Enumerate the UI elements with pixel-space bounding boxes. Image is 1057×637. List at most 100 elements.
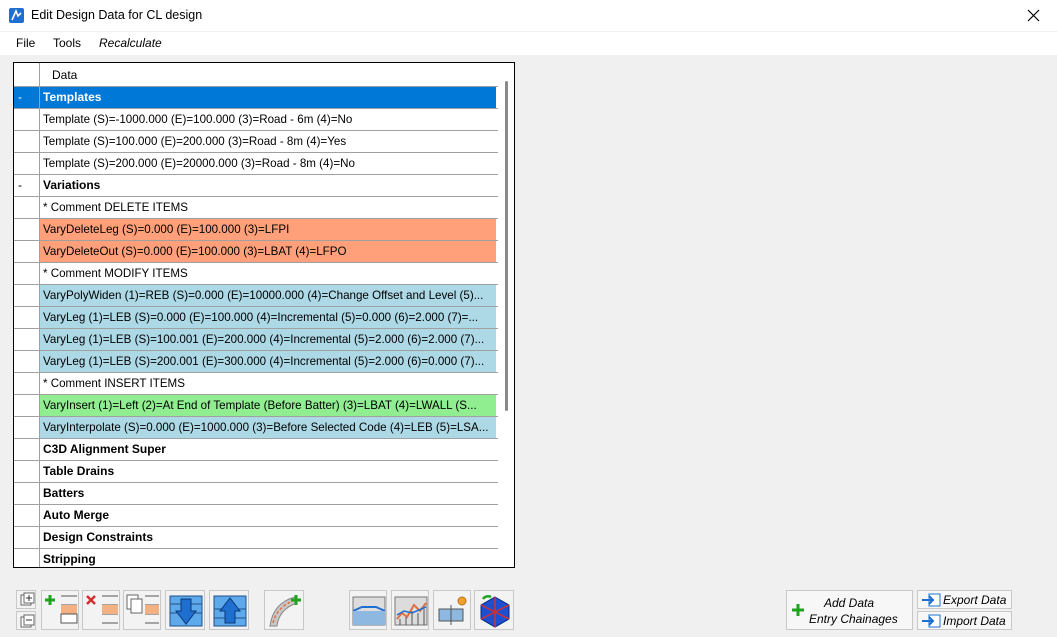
row-cell[interactable]: Template (S)=200.000 (E)=20000.000 (3)=R… — [40, 153, 496, 174]
design-data-grid[interactable]: Data - Templates Template (S)=-1000.000 (E… — [13, 62, 515, 568]
row-header[interactable] — [14, 549, 40, 567]
app-icon — [9, 8, 24, 23]
insert-row-button[interactable] — [41, 590, 79, 630]
menu-recalculate[interactable]: Recalculate — [99, 36, 162, 50]
table-row[interactable]: - Templates — [14, 87, 498, 109]
move-down-icon — [169, 595, 203, 627]
table-row[interactable]: Template (S)=200.000 (E)=20000.000 (3)=R… — [14, 153, 498, 175]
table-row[interactable]: VaryLeg (1)=LEB (S)=100.001 (E)=200.000 … — [14, 329, 498, 351]
collapse-all-button[interactable] — [16, 611, 36, 630]
row-cell[interactable]: VaryDeleteOut (S)=0.000 (E)=100.000 (3)=… — [40, 241, 496, 262]
table-row[interactable]: * Comment INSERT ITEMS — [14, 373, 498, 395]
section-settings-button[interactable] — [433, 590, 471, 630]
settings-section-icon — [438, 596, 467, 625]
move-up-button[interactable] — [209, 590, 249, 630]
table-row[interactable]: Template (S)=-1000.000 (E)=100.000 (3)=R… — [14, 109, 498, 131]
import-data-button[interactable]: Import Data — [917, 611, 1012, 630]
delete-row-icon — [86, 595, 118, 624]
scrollbar-thumb[interactable] — [505, 81, 508, 411]
grid-corner — [14, 63, 40, 86]
table-row[interactable]: VaryInterpolate (S)=0.000 (E)=1000.000 (… — [14, 417, 498, 439]
table-row[interactable]: Template (S)=100.000 (E)=200.000 (3)=Roa… — [14, 131, 498, 153]
row-header[interactable] — [14, 241, 40, 262]
row-header[interactable] — [14, 307, 40, 328]
table-row[interactable]: * Comment DELETE ITEMS — [14, 197, 498, 219]
import-data-label: Import Data — [943, 614, 1006, 628]
row-header[interactable] — [14, 153, 40, 174]
table-row[interactable]: VaryDeleteOut (S)=0.000 (E)=100.000 (3)=… — [14, 241, 498, 263]
table-row[interactable]: VaryInsert (1)=Left (2)=At End of Templa… — [14, 395, 498, 417]
menu-file[interactable]: File — [16, 36, 35, 50]
title-bar: Edit Design Data for CL design — [0, 0, 1057, 32]
row-cell[interactable]: * Comment INSERT ITEMS — [40, 373, 496, 394]
add-data-entry-chainages-button[interactable]: Add Data Entry Chainages — [786, 590, 913, 630]
row-cell[interactable]: VaryLeg (1)=LEB (S)=200.001 (E)=300.000 … — [40, 351, 496, 372]
row-header[interactable] — [14, 483, 40, 504]
row-header[interactable] — [14, 329, 40, 350]
row-cell[interactable]: * Comment MODIFY ITEMS — [40, 263, 496, 284]
row-cell[interactable]: Template (S)=-1000.000 (E)=100.000 (3)=R… — [40, 109, 496, 130]
table-row[interactable]: * Comment MODIFY ITEMS — [14, 263, 498, 285]
close-button[interactable] — [1011, 0, 1057, 32]
table-row[interactable]: VaryDeleteLeg (S)=0.000 (E)=100.000 (3)=… — [14, 219, 498, 241]
table-row[interactable]: VaryLeg (1)=LEB (S)=200.001 (E)=300.000 … — [14, 351, 498, 373]
section-view-button[interactable] — [349, 590, 387, 630]
expand-all-button[interactable] — [16, 590, 36, 609]
row-cell[interactable]: Auto Merge — [40, 505, 496, 526]
3d-view-button[interactable] — [474, 590, 514, 630]
row-header[interactable] — [14, 197, 40, 218]
row-header[interactable] — [14, 285, 40, 306]
row-cell[interactable]: VaryPolyWiden (1)=REB (S)=0.000 (E)=1000… — [40, 285, 496, 306]
insert-row-icon — [45, 595, 78, 624]
profile-view-button[interactable] — [391, 590, 429, 630]
row-header[interactable] — [14, 219, 40, 240]
row-header[interactable] — [14, 461, 40, 482]
row-header[interactable] — [14, 527, 40, 548]
row-cell[interactable]: Variations — [40, 175, 496, 196]
table-row[interactable]: C3D Alignment Super — [14, 439, 498, 461]
row-header[interactable] — [14, 373, 40, 394]
table-row[interactable]: Stripping — [14, 549, 498, 567]
row-cell[interactable]: VaryLeg (1)=LEB (S)=0.000 (E)=100.000 (4… — [40, 307, 496, 328]
row-cell[interactable]: VaryLeg (1)=LEB (S)=100.001 (E)=200.000 … — [40, 329, 496, 350]
delete-row-button[interactable] — [82, 590, 120, 630]
section-view-icon — [352, 596, 386, 626]
collapse-icon — [20, 614, 35, 628]
grid-header: Data — [14, 63, 498, 87]
menu-tools[interactable]: Tools — [53, 36, 81, 50]
row-header[interactable] — [14, 263, 40, 284]
row-header[interactable] — [14, 131, 40, 152]
row-header[interactable]: - — [14, 87, 40, 108]
table-row[interactable]: VaryPolyWiden (1)=REB (S)=0.000 (E)=1000… — [14, 285, 498, 307]
row-cell[interactable]: VaryDeleteLeg (S)=0.000 (E)=100.000 (3)=… — [40, 219, 496, 240]
row-cell[interactable]: VaryInterpolate (S)=0.000 (E)=1000.000 (… — [40, 417, 496, 438]
row-cell[interactable]: Table Drains — [40, 461, 496, 482]
row-cell[interactable]: Template (S)=100.000 (E)=200.000 (3)=Roa… — [40, 131, 496, 152]
table-row[interactable]: VaryLeg (1)=LEB (S)=0.000 (E)=100.000 (4… — [14, 307, 498, 329]
table-row[interactable]: - Variations — [14, 175, 498, 197]
move-up-icon — [213, 595, 247, 627]
row-header[interactable] — [14, 351, 40, 372]
export-data-button[interactable]: Export Data — [917, 590, 1012, 609]
row-header[interactable] — [14, 417, 40, 438]
table-row[interactable]: Design Constraints — [14, 527, 498, 549]
row-cell[interactable]: Stripping — [40, 549, 496, 567]
row-header[interactable] — [14, 395, 40, 416]
row-cell[interactable]: Templates — [40, 87, 496, 108]
table-row[interactable]: Table Drains — [14, 461, 498, 483]
row-header[interactable] — [14, 505, 40, 526]
row-cell[interactable]: VaryInsert (1)=Left (2)=At End of Templa… — [40, 395, 496, 416]
copy-row-button[interactable] — [123, 590, 161, 630]
row-cell[interactable]: Design Constraints — [40, 527, 496, 548]
row-header[interactable] — [14, 109, 40, 130]
add-variation-button[interactable] — [264, 590, 304, 630]
row-cell[interactable]: C3D Alignment Super — [40, 439, 496, 460]
add-variation-icon — [269, 595, 301, 627]
row-cell[interactable]: * Comment DELETE ITEMS — [40, 197, 496, 218]
move-down-button[interactable] — [165, 590, 205, 630]
table-row[interactable]: Auto Merge — [14, 505, 498, 527]
row-header[interactable]: - — [14, 175, 40, 196]
table-row[interactable]: Batters — [14, 483, 498, 505]
row-cell[interactable]: Batters — [40, 483, 496, 504]
row-header[interactable] — [14, 439, 40, 460]
